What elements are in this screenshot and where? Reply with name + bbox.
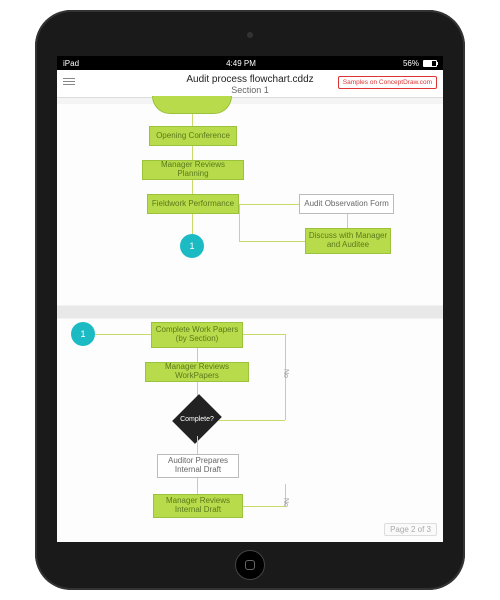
terminator-partial — [152, 96, 232, 114]
connector-label: 1 — [189, 241, 194, 251]
battery-icon — [423, 60, 437, 67]
battery-pct: 56% — [403, 59, 419, 68]
camera-dot — [247, 32, 253, 38]
connector-line — [239, 204, 240, 241]
connector-line — [239, 241, 305, 242]
status-bar: iPad 4:49 PM 56% — [57, 56, 443, 70]
page-indicator: Page 2 of 3 — [384, 523, 437, 536]
connector-line — [197, 348, 198, 362]
box-label: Audit Observation Form — [304, 200, 388, 209]
box-label: Complete Work Papers (by Section) — [154, 326, 240, 344]
decision-label: Complete? — [170, 402, 224, 436]
connector-line — [95, 334, 151, 335]
connector-line — [192, 114, 193, 126]
process-box[interactable]: Fieldwork Performance — [147, 194, 239, 214]
process-box[interactable]: Discuss with Manager and Auditee — [305, 228, 391, 254]
menu-icon[interactable] — [63, 78, 75, 85]
document-box[interactable]: Audit Observation Form — [299, 194, 394, 214]
process-box[interactable]: Opening Conference — [149, 126, 237, 146]
connector-line — [192, 214, 193, 234]
connector-label: 1 — [80, 329, 85, 339]
process-box[interactable]: Manager Reviews WorkPapers — [145, 362, 249, 382]
edge-label-no: No — [282, 369, 289, 378]
connector-line — [239, 204, 299, 205]
off-page-connector[interactable]: 1 — [180, 234, 204, 258]
clock-label: 4:49 PM — [226, 59, 256, 68]
process-box[interactable]: Manager Reviews Planning — [142, 160, 244, 180]
decision-diamond[interactable]: Complete? — [170, 402, 224, 436]
box-label: Discuss with Manager and Auditee — [308, 232, 388, 250]
box-label: Manager Reviews Planning — [145, 161, 241, 179]
samples-button[interactable]: Samples on ConceptDraw.com — [338, 76, 437, 89]
box-label: Fieldwork Performance — [152, 200, 234, 209]
screen: iPad 4:49 PM 56% Audit process flowchart… — [57, 56, 443, 542]
connector-line — [192, 180, 193, 194]
connector-line — [197, 478, 198, 494]
app-header: Audit process flowchart.cddz Section 1 S… — [57, 70, 443, 98]
carrier-label: iPad — [63, 59, 79, 68]
edge-label-no: No — [282, 498, 289, 507]
connector-line — [243, 506, 285, 507]
process-box[interactable]: Complete Work Papers (by Section) — [151, 322, 243, 348]
off-page-connector[interactable]: 1 — [71, 322, 95, 346]
box-label: Manager Reviews Internal Draft — [156, 497, 240, 515]
diagram-canvas[interactable]: Opening Conference Manager Reviews Plann… — [57, 104, 443, 542]
process-box[interactable]: Manager Reviews Internal Draft — [153, 494, 243, 518]
connector-line — [347, 214, 348, 228]
connector-line — [197, 436, 198, 454]
box-label: Auditor Prepares Internal Draft — [160, 457, 236, 475]
box-label: Opening Conference — [156, 132, 230, 141]
connector-line — [192, 146, 193, 160]
ipad-frame: iPad 4:49 PM 56% Audit process flowchart… — [35, 10, 465, 590]
box-label: Manager Reviews WorkPapers — [148, 363, 246, 381]
connector-line — [219, 420, 285, 421]
connector-line — [243, 334, 285, 335]
process-box-white[interactable]: Auditor Prepares Internal Draft — [157, 454, 239, 478]
home-button[interactable] — [235, 550, 265, 580]
